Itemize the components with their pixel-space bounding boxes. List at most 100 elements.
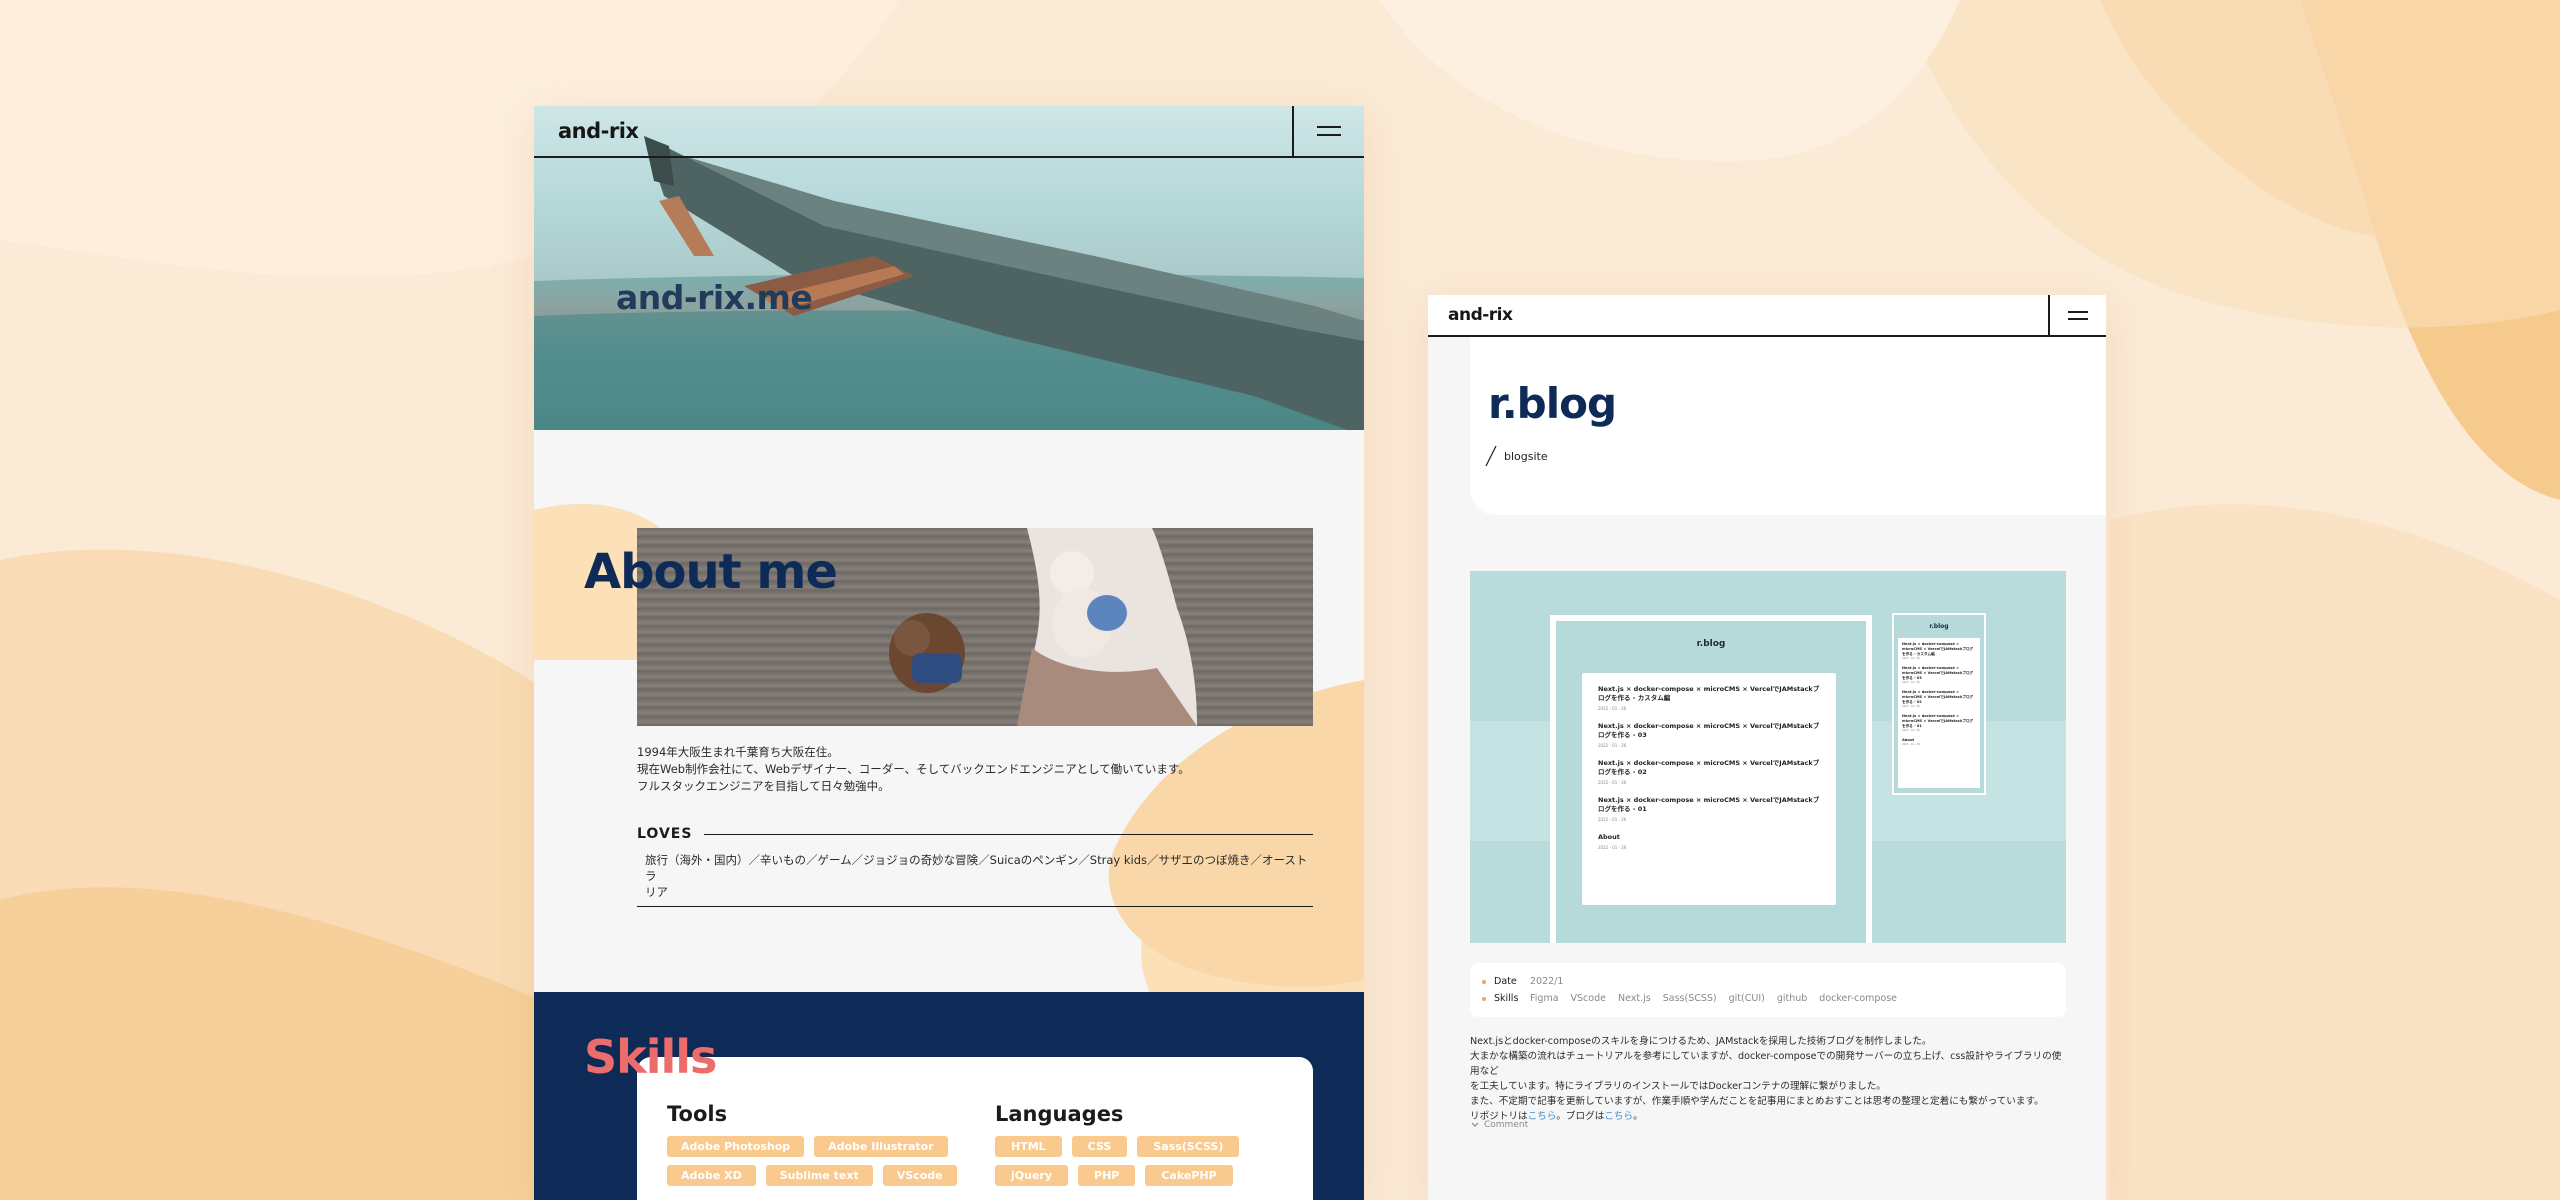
desktop-mockup: r.blog Next.js × docker-compose × microC… [1550,615,1872,943]
skill-tag: Next.js [1617,993,1651,1004]
post-date: 2022 - 01 - 26 [1598,743,1627,748]
description-line: を工夫しています。特にライブラリのインストールではDockerコンテナの理解に繋… [1470,1081,1886,1092]
bullet-icon [1482,996,1486,1001]
bio-line: フルスタックエンジニアを目指して日々勉強中。 [637,779,890,793]
post-item: Next.js × docker-compose × microCMS × Ve… [1598,722,1820,748]
post-date: 2022 - 01 - 26 [1598,706,1627,711]
post-title: Next.js × docker-compose × microCMS × Ve… [1902,666,1974,680]
date-label: Date [1494,976,1517,987]
about-bio: 1994年大阪生まれ千葉育ち大阪在住。 現在Web制作会社にて、Webデザイナー… [637,744,1190,795]
work-detail-page-preview: and-rix r.blog blogsite r.blog Next.js ×… [1428,295,2106,1200]
title-card: r.blog blogsite [1470,337,2106,515]
post-item: Next.js × docker-compose × microCMS × Ve… [1598,796,1820,822]
loves-label: LOVES [637,826,693,842]
skills-heading: Skills [584,1030,717,1084]
skill-tag: Figma [1530,993,1559,1004]
post-date: 2022 - 01 - 26 [1902,705,1920,708]
post-item: Next.js × docker-compose × microCMS × Ve… [1598,685,1820,711]
slash-icon [1485,445,1497,467]
mobile-blog-title: r.blog [1929,623,1949,630]
hamburger-icon [1317,126,1341,136]
menu-button[interactable] [2048,295,2106,335]
loves-line: 旅行（海外・国内）／辛いもの／ゲーム／ジョジョの奇妙な冒険／Suicaのペンギン… [645,853,1308,883]
post-title: Next.js × docker-compose × microCMS × Ve… [1902,690,1974,704]
post-date: 2022 - 01 - 26 [1902,657,1920,660]
date-value: 2022/1 [1530,976,1564,987]
skill-chip: Adobe XD [667,1165,756,1186]
mobile-post-list: Next.js × docker-compose × microCMS × Ve… [1898,638,1980,788]
description-links-line: リポジトリはこちら。ブログはこちら。 [1470,1109,2070,1124]
languages-group: Languages HTML CSS Sass(SCSS) jQuery PHP… [995,1102,1240,1186]
post-date: 2022 - 01 - 26 [1902,681,1920,684]
hamburger-icon [2068,310,2088,320]
post-title: Next.js × docker-compose × microCMS × Ve… [1598,759,1820,776]
work-title: r.blog [1488,379,1617,428]
site-header: and-rix [1428,295,2106,337]
languages-label: Languages [995,1102,1124,1126]
site-logo[interactable]: and-rix [1448,305,1513,325]
work-subtitle: blogsite [1504,449,1548,463]
post-date: 2022 - 01 - 26 [1598,817,1627,822]
tools-group: Tools Adobe Photoshop Adobe Illustrator … [667,1102,957,1186]
loves-block: LOVES 旅行（海外・国内）／辛いもの／ゲーム／ジョジョの奇妙な冒険／Suic… [637,826,1313,907]
loves-text: 旅行（海外・国内）／辛いもの／ゲーム／ジョジョの奇妙な冒険／Suicaのペンギン… [637,852,1313,900]
post-item: Next.js × docker-compose × microCMS × Ve… [1598,759,1820,785]
description-line: 大まかな構築の流れはチュートリアルを参考にしていますが、docker-compo… [1470,1051,2062,1077]
post-item: About 2022 - 01 - 26 [1902,738,1976,746]
menu-button[interactable] [1292,106,1364,156]
skill-chip: CSS [1071,1136,1128,1157]
post-item: Next.js × docker-compose × microCMS × Ve… [1902,666,1976,684]
work-description: Next.jsとdocker-composeのスキルを身につけるため、JAMst… [1470,1034,2070,1124]
desktop-post-list: Next.js × docker-compose × microCMS × Ve… [1582,673,1836,905]
site-logo[interactable]: and-rix [558,119,639,143]
desktop-blog-title: r.blog [1696,639,1726,649]
tools-label: Tools [667,1102,728,1126]
description-text: 。 [1633,1111,1643,1122]
comment-toggle[interactable]: Comment [1470,1120,1528,1130]
mobile-mockup: r.blog Next.js × docker-compose × microC… [1894,615,1984,793]
description-text: 。ブログは [1556,1111,1605,1122]
skill-chip: Adobe Illustrator [814,1136,948,1157]
blog-link[interactable]: こちら [1604,1111,1633,1122]
post-item: Next.js × docker-compose × microCMS × Ve… [1902,690,1976,708]
skill-tag: Sass(SCSS) [1662,993,1717,1004]
bullet-icon [1482,979,1486,984]
post-item: Next.js × docker-compose × microCMS × Ve… [1902,642,1976,660]
bio-line: 1994年大阪生まれ千葉育ち大阪在住。 [637,745,839,759]
skill-tag: git(CUI) [1728,993,1765,1004]
repository-link[interactable]: こちら [1528,1111,1557,1122]
skill-chip: Sass(SCSS) [1137,1136,1240,1157]
post-date: 2022 - 01 - 26 [1902,729,1920,732]
post-title: Next.js × docker-compose × microCMS × Ve… [1902,642,1974,656]
post-title: Next.js × docker-compose × microCMS × Ve… [1598,796,1820,813]
skill-tag: VScode [1570,993,1606,1004]
skill-tag: docker-compose [1819,993,1898,1004]
hero-title: and-rix.me [616,278,813,317]
post-item: Next.js × docker-compose × microCMS × Ve… [1902,714,1976,732]
portfolio-page-preview: and-rix.me and-rix About me 1994年大阪生まれ千葉… [534,106,1364,1200]
skill-chip: HTML [995,1136,1062,1157]
skill-tag: github [1776,993,1808,1004]
site-preview-image: r.blog Next.js × docker-compose × microC… [1470,571,2066,943]
chevron-down-icon [1471,1122,1479,1127]
skills-label: Skills [1494,993,1519,1004]
date-row: Date 2022/1 [1482,973,2054,990]
post-title: About [1598,833,1620,841]
skills-card: Tools Adobe Photoshop Adobe Illustrator … [637,1057,1313,1200]
about-heading: About me [584,544,838,600]
skill-chip: CakePHP [1145,1165,1233,1186]
post-title: Next.js × docker-compose × microCMS × Ve… [1902,714,1974,728]
skills-row: Skills Figma VScode Next.js Sass(SCSS) g… [1482,990,2054,1007]
loves-bottom-divider [637,906,1313,907]
skill-chip: Sublime text [765,1165,873,1186]
post-date: 2022 - 01 - 26 [1902,743,1920,746]
bio-line: 現在Web制作会社にて、Webデザイナー、コーダー、そしてバックエンドエンジニア… [637,762,1190,776]
post-date: 2022 - 01 - 26 [1598,845,1627,850]
skill-chip: jQuery [995,1165,1069,1186]
work-subtitle-row: blogsite [1484,445,1548,467]
post-title: Next.js × docker-compose × microCMS × Ve… [1598,685,1820,702]
post-item: About 2022 - 01 - 26 [1598,833,1820,850]
work-meta-card: Date 2022/1 Skills Figma VScode Next.js … [1470,963,2066,1017]
loves-divider [704,833,1313,835]
post-date: 2022 - 01 - 26 [1598,780,1627,785]
